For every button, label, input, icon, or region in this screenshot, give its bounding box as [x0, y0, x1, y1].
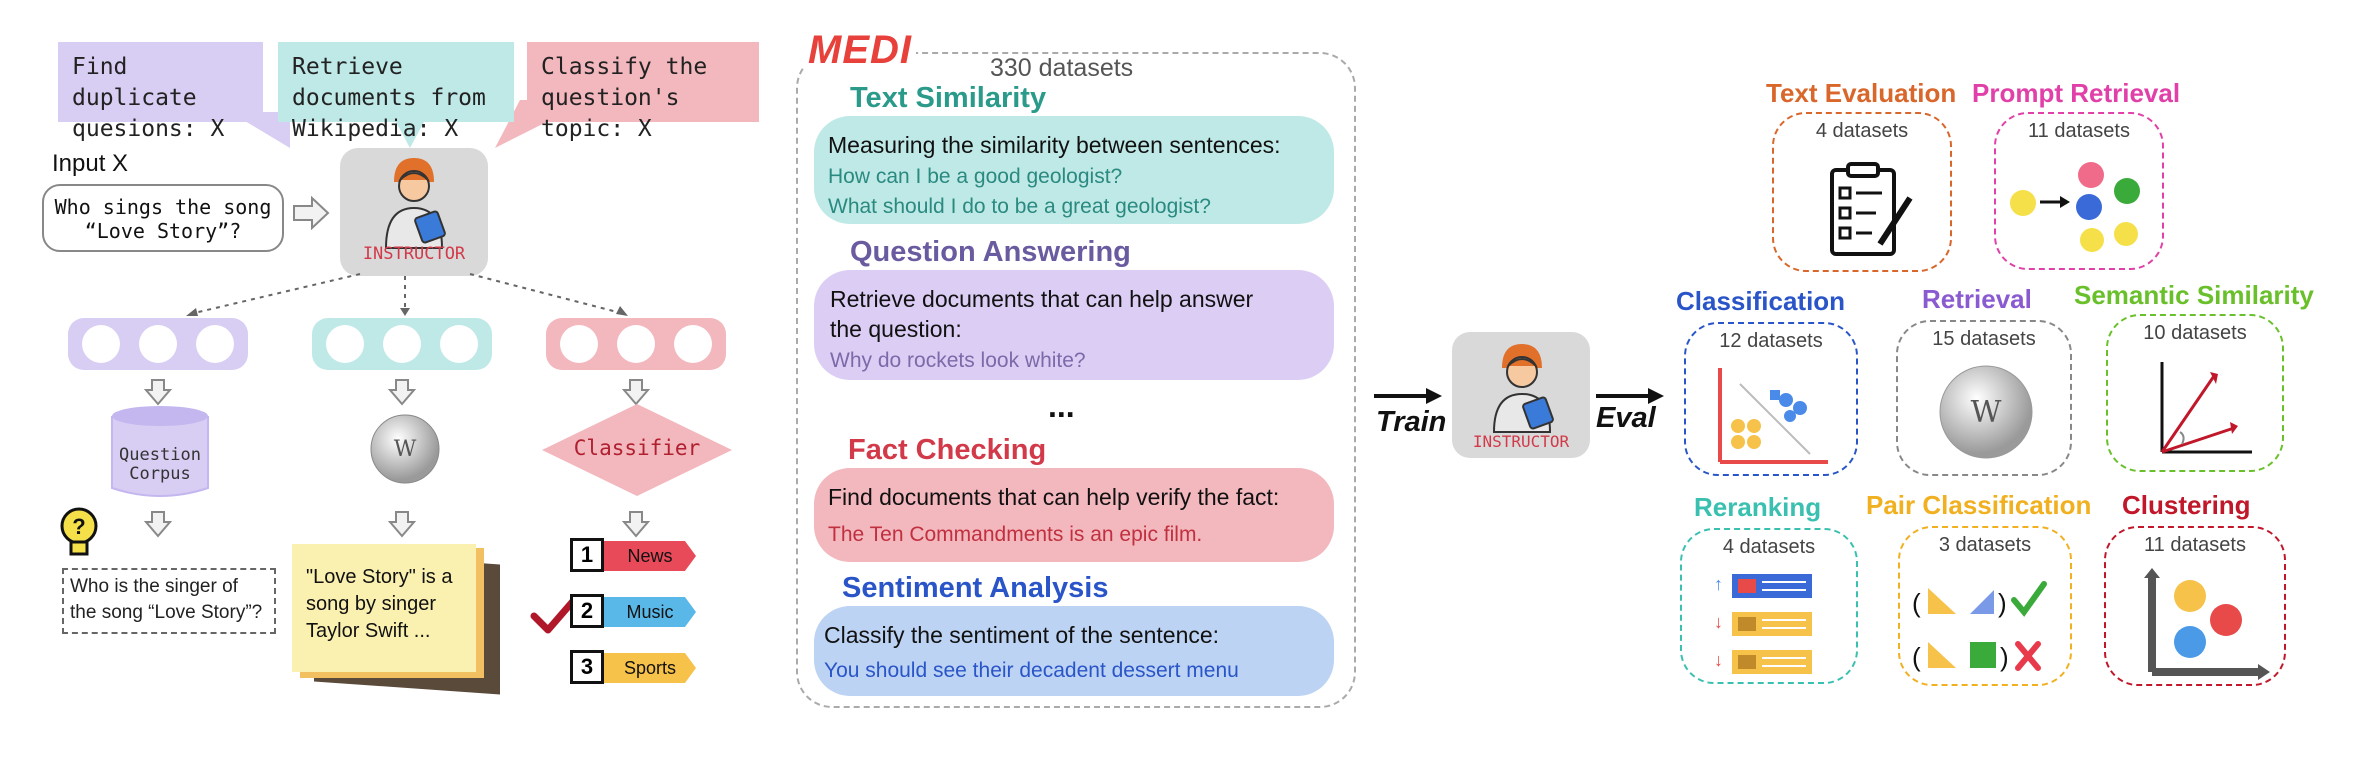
svg-text:↓: ↓	[1714, 612, 1723, 632]
task-title-sentiment-analysis: Sentiment Analysis	[842, 572, 1109, 604]
reranking-list-icon: ↑ ↓ ↓	[1714, 574, 1812, 674]
sticky-note: "Love Story" is a song by singer Taylor …	[292, 544, 476, 672]
instructor-label: INSTRUCTOR	[362, 244, 466, 264]
bubble-duplicate: Find duplicate quesions: X	[58, 42, 263, 142]
corpus-label: Question Corpus	[119, 445, 201, 484]
svg-text:W: W	[394, 437, 417, 462]
instructor-model: INSTRUCTOR	[340, 148, 488, 276]
svg-text:↑: ↑	[1714, 574, 1723, 594]
eval-box-classification: 12 datasets	[1684, 322, 1858, 476]
eval-label: Eval	[1596, 402, 1656, 434]
instructor-label: INSTRUCTOR	[1472, 432, 1570, 451]
instructor-model-center: INSTRUCTOR	[1452, 332, 1590, 458]
eval-count: 15 datasets	[1932, 328, 2036, 350]
eval-box-reranking: 4 datasets ↑ ↓ ↓	[1680, 528, 1858, 684]
svg-text:(: (	[1912, 588, 1921, 618]
task-instruction: Classify the sentiment of the sentence:	[824, 622, 1220, 648]
task-box-text-similarity: Measuring the similarity between sentenc…	[814, 116, 1334, 224]
input-label: Input X	[52, 150, 129, 177]
task-box-question-answering: Retrieve documents that can help answer …	[814, 270, 1334, 380]
task-example: The Ten Commandments is an epic film.	[828, 523, 1203, 546]
topic-sports: 3 Sports	[570, 650, 710, 686]
eval-count: 10 datasets	[2143, 322, 2247, 344]
medi-count: 330 datasets	[990, 54, 1134, 83]
task-example: Why do rockets look white?	[830, 349, 1086, 372]
embedding-classify	[546, 318, 726, 370]
dotted-connectors	[186, 273, 628, 316]
eval-count: 11 datasets	[2144, 534, 2246, 556]
eval-title-pair-classification: Pair Classification	[1866, 490, 2092, 520]
svg-text:W: W	[1971, 395, 2002, 430]
wikipedia-globe-icon: W	[1939, 365, 2033, 459]
instructor-icon	[1492, 344, 1554, 433]
eval-count: 12 datasets	[1719, 330, 1823, 352]
lightbulb-icon: ?	[60, 507, 98, 556]
eval-title-text-evaluation: Text Evaluation	[1766, 78, 1957, 108]
task-example: You should see their decadent dessert me…	[824, 659, 1239, 682]
scatter-classification-icon	[1718, 368, 1828, 464]
topic-list: 1 News 2 Music 3 Sports	[570, 538, 710, 698]
duplicate-output-box: Who is the singer of the song “Love Stor…	[62, 568, 276, 634]
input-query-box: Who sings the song “Love Story”?	[42, 184, 284, 252]
eval-title-clustering: Clustering	[2122, 490, 2251, 520]
eval-title-semantic-similarity: Semantic Similarity	[2074, 280, 2314, 310]
clustering-chart-icon	[2144, 568, 2270, 680]
eval-box-text-evaluation: 4 datasets	[1772, 112, 1952, 272]
eval-count: 3 datasets	[1938, 534, 2032, 556]
eval-box-semantic-similarity: 10 datasets	[2106, 314, 2284, 472]
eval-count: 4 datasets	[1815, 120, 1909, 142]
eval-box-pair-classification: 3 datasets ( ) ( )	[1898, 526, 2072, 686]
task-title-text-similarity: Text Similarity	[850, 82, 1047, 114]
wikipedia-globe-icon: W	[370, 414, 440, 484]
task-title-fact-checking: Fact Checking	[848, 434, 1047, 466]
classifier-label: Classifier	[573, 436, 701, 460]
task-instruction: Retrieve documents that can help answer …	[830, 286, 1254, 342]
embedding-retrieve	[312, 318, 492, 370]
train-label: Train	[1376, 406, 1447, 438]
topic-news: 1 News	[570, 538, 710, 574]
right-arrow-icon	[293, 196, 330, 230]
svg-text:): )	[1998, 588, 2007, 618]
eval-title-reranking: Reranking	[1694, 492, 1822, 522]
pair-classification-icon: ( ) ( )	[1912, 581, 2047, 672]
svg-text:?: ?	[72, 514, 85, 539]
instructor-icon	[384, 158, 446, 249]
embedding-duplicate	[68, 318, 248, 370]
task-instruction: Find documents that can help verify the …	[828, 484, 1280, 510]
task-example: How can I be a good geologist?	[828, 165, 1123, 188]
medi-logo: MEDI	[804, 28, 916, 73]
eval-title-prompt-retrieval: Prompt Retrieval	[1972, 78, 2181, 108]
task-title-question-answering: Question Answering	[850, 236, 1131, 268]
svg-text:): )	[2000, 642, 2009, 672]
eval-box-retrieval: 15 datasets W	[1896, 320, 2072, 476]
task-instruction: Measuring the similarity between sentenc…	[828, 132, 1281, 158]
eval-count: 4 datasets	[1722, 536, 1816, 558]
eval-title-classification: Classification	[1676, 286, 1846, 316]
eval-title-retrieval: Retrieval	[1922, 284, 2032, 314]
svg-text:↓: ↓	[1714, 650, 1723, 670]
clipboard-checklist-icon	[1830, 162, 1913, 256]
topic-music: 2 Music	[570, 594, 710, 630]
eval-box-prompt-retrieval: 11 datasets	[1994, 112, 2164, 270]
train-arrow	[1374, 388, 1442, 404]
vector-similarity-icon	[2160, 362, 2252, 454]
eval-count: 11 datasets	[2028, 120, 2130, 142]
down-arrows-row2	[143, 511, 651, 538]
medi-ellipsis: ...	[1048, 388, 1075, 424]
eval-box-clustering: 11 datasets	[2104, 526, 2286, 686]
task-box-sentiment-analysis: Classify the sentiment of the sentence: …	[814, 606, 1334, 696]
bubble-retrieve: Retrieve documents from Wikipedia: X	[278, 42, 514, 142]
task-box-fact-checking: Find documents that can help verify the …	[814, 468, 1334, 562]
task-example-2: What should I do to be a great geologist…	[828, 195, 1211, 218]
bubble-classify: Classify the question's topic: X	[527, 42, 759, 142]
svg-text:(: (	[1912, 642, 1921, 672]
